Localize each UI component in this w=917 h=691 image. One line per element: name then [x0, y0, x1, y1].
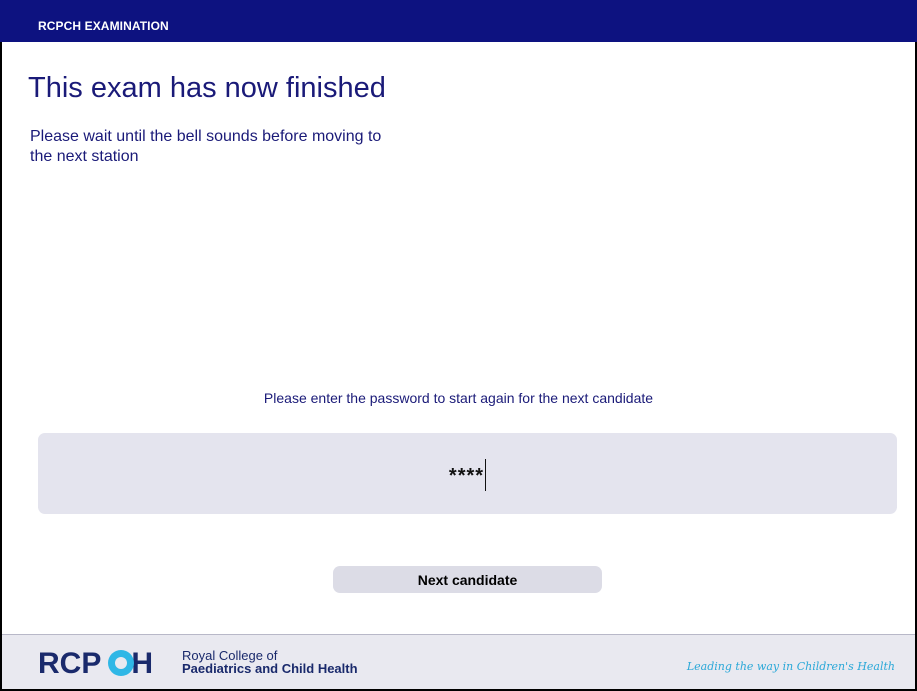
footer: RCP H Royal College of Paediatrics and Ch… — [2, 634, 915, 689]
logo-wordmark: RCP H — [38, 647, 153, 681]
logo-wordmark-right: H — [131, 647, 154, 680]
password-prompt: Please enter the password to start again… — [263, 390, 654, 406]
top-bar: RCPCH EXAMINATION — [0, 0, 917, 42]
logo-wordmark-left: RCP — [38, 647, 102, 680]
org-name-line2: Paediatrics and Child Health — [182, 661, 358, 676]
password-masked-text: **** — [448, 465, 485, 487]
next-candidate-button[interactable]: Next candidate — [333, 566, 602, 593]
page-title: This exam has now finished — [28, 72, 386, 104]
password-value-display[interactable]: **** — [38, 459, 897, 491]
org-name: Royal College of Paediatrics and Child H… — [182, 649, 358, 675]
logo-c-icon — [108, 650, 134, 676]
tagline: Leading the way in Children's Health — [686, 660, 895, 673]
text-caret — [485, 459, 487, 491]
instruction-text: Please wait until the bell sounds before… — [30, 128, 382, 165]
password-field[interactable]: **** — [38, 433, 897, 514]
app-title: RCPCH EXAMINATION — [38, 19, 169, 33]
